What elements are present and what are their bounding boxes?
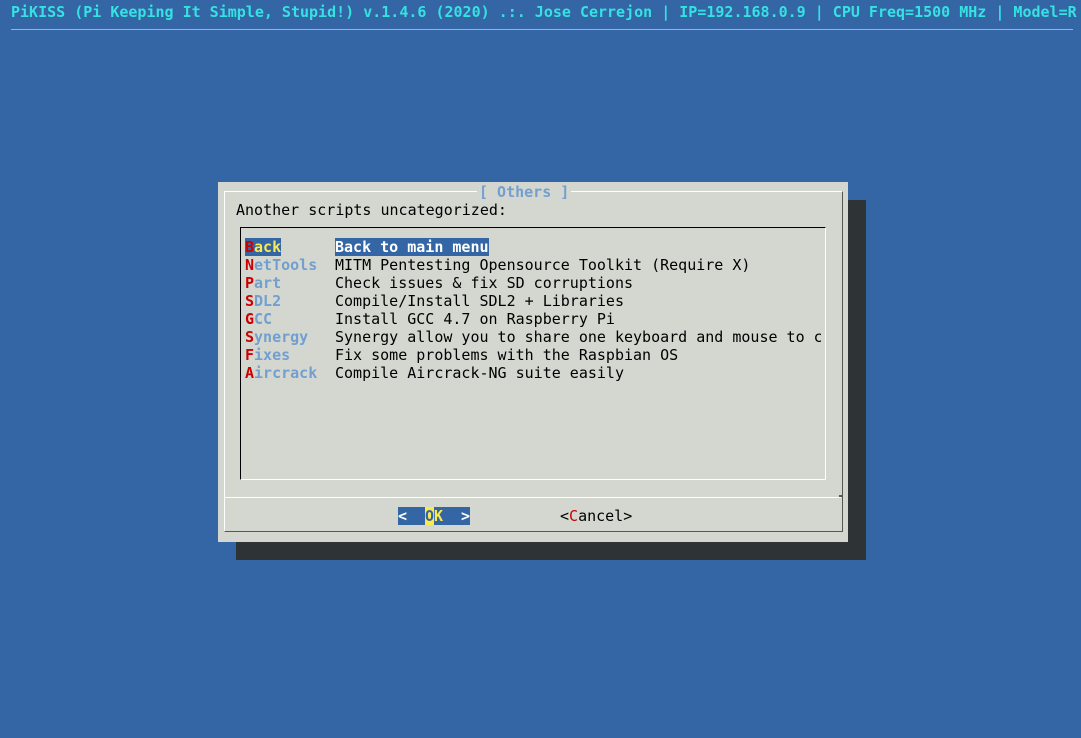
ok-bracket-left: < xyxy=(398,507,408,525)
menu-item-hotkey: S xyxy=(245,328,255,346)
menu-item-fixes[interactable]: Fixes Fix some problems with the Raspbia… xyxy=(245,346,821,364)
menu-list: Back Back to main menu NetTools MITM Pen… xyxy=(240,227,826,480)
dialog-prompt: Another scripts uncategorized: xyxy=(236,201,507,219)
divider-tick xyxy=(839,495,843,497)
menu-item-hotkey: S xyxy=(245,292,255,310)
menu-item-tag-rest: ixes xyxy=(254,346,291,364)
menu-item-tag-rest: DL2 xyxy=(254,292,282,310)
menu-item-tag-rest: CC xyxy=(254,310,273,328)
menu-item-description: Compile/Install SDL2 + Libraries xyxy=(335,292,624,310)
menu-item-tag-rest: art xyxy=(254,274,282,292)
menu-item-nettools[interactable]: NetTools MITM Pentesting Opensource Tool… xyxy=(245,256,821,274)
cancel-hotkey: C xyxy=(569,507,579,525)
cancel-button[interactable]: <Cancel> xyxy=(560,507,632,525)
menu-item-tag: Back xyxy=(245,238,282,256)
menu-dialog: [ Others ] Another scripts uncategorized… xyxy=(218,182,848,542)
ok-label-rest: K xyxy=(434,507,444,525)
menu-item-description: Install GCC 4.7 on Raspberry Pi xyxy=(335,310,615,328)
dialog-title: [ Others ] xyxy=(477,183,572,201)
button-divider xyxy=(225,497,841,498)
menu-item-tag: GCC xyxy=(245,310,272,328)
menu-item-synergy[interactable]: Synergy Synergy allow you to share one k… xyxy=(245,328,821,346)
menu-item-part[interactable]: Part Check issues & fix SD corruptions xyxy=(245,274,821,292)
menu-item-gcc[interactable]: GCC Install GCC 4.7 on Raspberry Pi xyxy=(245,310,821,328)
menu-item-description: Compile Aircrack-NG suite easily xyxy=(335,364,624,382)
cancel-bracket-right: > xyxy=(623,507,633,525)
cancel-bracket-left: < xyxy=(560,507,570,525)
menu-item-description: Synergy allow you to share one keyboard … xyxy=(335,328,821,346)
menu-item-tag: Fixes xyxy=(245,346,290,364)
menu-item-description: MITM Pentesting Opensource Toolkit (Requ… xyxy=(335,256,751,274)
menu-item-hotkey: B xyxy=(245,238,255,256)
menu-item-back[interactable]: Back Back to main menu xyxy=(245,238,821,256)
menu-item-hotkey: F xyxy=(245,346,255,364)
menu-item-tag: Synergy xyxy=(245,328,308,346)
menu-item-hotkey: P xyxy=(245,274,255,292)
menu-item-description: Back to main menu xyxy=(335,238,489,256)
menu-item-sdl2[interactable]: SDL2 Compile/Install SDL2 + Libraries xyxy=(245,292,821,310)
backtitle: PiKISS (Pi Keeping It Simple, Stupid!) v… xyxy=(11,3,1077,21)
backtitle-rule xyxy=(11,29,1073,30)
ok-bracket-right: > xyxy=(461,507,471,525)
menu-item-aircrack[interactable]: Aircrack Compile Aircrack-NG suite easil… xyxy=(245,364,821,382)
menu-item-tag-rest: ircrack xyxy=(254,364,318,382)
menu-item-tag: NetTools xyxy=(245,256,317,274)
menu-item-tag-rest: ynergy xyxy=(254,328,309,346)
menu-item-tag: Aircrack xyxy=(245,364,317,382)
menu-item-tag-rest: etTools xyxy=(254,256,318,274)
menu-item-hotkey: G xyxy=(245,310,255,328)
menu-item-description: Check issues & fix SD corruptions xyxy=(335,274,634,292)
terminal-screen: PiKISS (Pi Keeping It Simple, Stupid!) v… xyxy=(0,0,1081,738)
ok-button[interactable]: < O K > xyxy=(398,507,470,525)
menu-item-tag: Part xyxy=(245,274,281,292)
ok-hotkey: O xyxy=(425,507,435,525)
menu-item-hotkey: A xyxy=(245,364,255,382)
cancel-label-rest: ancel xyxy=(578,507,624,525)
menu-item-description: Fix some problems with the Raspbian OS xyxy=(335,346,679,364)
menu-item-tag-rest: ack xyxy=(254,238,282,256)
menu-item-hotkey: N xyxy=(245,256,255,274)
menu-item-tag: SDL2 xyxy=(245,292,281,310)
